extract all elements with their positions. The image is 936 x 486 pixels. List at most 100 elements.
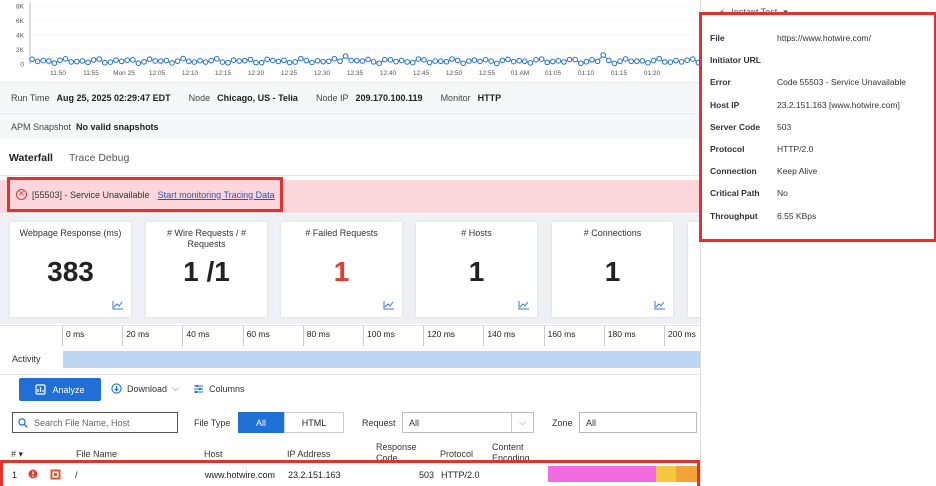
response-point[interactable] (354, 57, 360, 64)
response-point[interactable] (197, 57, 203, 64)
response-point[interactable] (449, 56, 455, 62)
response-point[interactable] (522, 58, 528, 65)
response-point[interactable] (499, 57, 506, 64)
response-point[interactable] (348, 57, 355, 64)
response-point[interactable] (510, 58, 517, 65)
response-point[interactable] (191, 59, 198, 65)
response-point[interactable] (387, 57, 394, 63)
analyze-button[interactable]: Analyze (19, 378, 101, 401)
response-point[interactable] (673, 57, 679, 64)
response-point[interactable] (135, 60, 142, 66)
card-webpage-response[interactable]: Webpage Response (ms) 383 (10, 222, 131, 317)
response-point[interactable] (281, 57, 287, 64)
response-point[interactable] (460, 60, 467, 67)
tab-waterfall[interactable]: Waterfall (9, 152, 53, 164)
card-connections[interactable]: # Connections 1 (552, 222, 673, 317)
response-point[interactable] (298, 55, 304, 62)
response-point[interactable] (566, 56, 573, 63)
response-point[interactable] (242, 57, 248, 64)
response-point[interactable] (264, 56, 271, 63)
response-point[interactable] (482, 56, 489, 63)
response-point[interactable] (124, 57, 130, 63)
response-point[interactable] (639, 58, 646, 64)
col-num[interactable]: # ▾ (11, 449, 23, 460)
response-point[interactable] (163, 57, 170, 64)
response-point[interactable] (398, 57, 405, 64)
response-point[interactable] (466, 58, 472, 64)
response-point[interactable] (96, 56, 102, 62)
response-point[interactable] (202, 59, 209, 65)
response-point[interactable] (68, 59, 74, 65)
response-point[interactable] (578, 60, 584, 66)
response-point[interactable] (225, 59, 231, 66)
response-point[interactable] (326, 58, 332, 65)
response-point[interactable] (471, 57, 478, 63)
file-type-all-button[interactable]: All (238, 412, 284, 433)
response-point[interactable] (617, 58, 623, 65)
response-point[interactable] (141, 59, 147, 65)
response-point[interactable] (247, 56, 254, 63)
response-point[interactable] (130, 57, 136, 63)
response-point[interactable] (320, 58, 327, 65)
response-point[interactable] (544, 59, 551, 66)
trend-chart-icon[interactable] (654, 300, 666, 310)
response-point[interactable] (275, 58, 282, 65)
col-file-name[interactable]: File Name (76, 449, 117, 459)
response-point[interactable] (505, 56, 511, 63)
response-point[interactable] (690, 56, 696, 62)
response-point[interactable] (438, 58, 444, 65)
col-host[interactable]: Host (204, 449, 223, 459)
trend-chart-icon[interactable] (518, 300, 530, 310)
file-type-html-button[interactable]: HTML (284, 412, 344, 433)
response-point[interactable] (292, 59, 299, 65)
response-point[interactable] (230, 57, 237, 63)
response-point[interactable] (488, 58, 495, 64)
response-point[interactable] (376, 60, 383, 66)
response-point[interactable] (169, 60, 175, 66)
start-monitoring-link[interactable]: Start monitoring Tracing Data (158, 190, 275, 200)
response-point[interactable] (359, 58, 366, 64)
response-point[interactable] (118, 58, 125, 65)
response-point[interactable] (611, 60, 618, 67)
response-point[interactable] (331, 55, 338, 62)
response-point[interactable] (337, 58, 343, 65)
response-point[interactable] (370, 59, 377, 65)
response-point[interactable] (382, 56, 388, 63)
response-point[interactable] (572, 56, 579, 63)
response-point[interactable] (477, 58, 483, 65)
response-point[interactable] (314, 57, 321, 64)
response-point[interactable] (219, 59, 226, 65)
response-point[interactable] (79, 58, 86, 64)
response-point[interactable] (180, 55, 186, 62)
response-point[interactable] (443, 58, 450, 65)
response-point[interactable] (516, 57, 523, 64)
response-point[interactable] (662, 59, 668, 65)
response-point[interactable] (561, 59, 567, 65)
response-point[interactable] (410, 59, 416, 66)
response-point[interactable] (186, 58, 192, 65)
response-point[interactable] (656, 55, 663, 62)
response-point[interactable] (600, 52, 607, 58)
response-point[interactable] (550, 58, 556, 65)
response-point[interactable] (253, 59, 259, 66)
response-point[interactable] (342, 53, 349, 59)
response-point[interactable] (208, 57, 214, 64)
response-point[interactable] (606, 57, 612, 64)
response-time-chart[interactable]: 8K 6K 4K 2K 0 11:50 11:55 Mon 25 12:05 12:10 12:15… (0, 0, 700, 82)
response-point[interactable] (51, 60, 58, 66)
response-point[interactable] (454, 57, 461, 64)
response-point[interactable] (527, 60, 534, 66)
response-point[interactable] (415, 56, 422, 62)
response-point[interactable] (684, 57, 691, 64)
response-point[interactable] (538, 56, 545, 62)
response-point[interactable] (90, 57, 97, 63)
response-point[interactable] (29, 56, 35, 63)
trend-chart-icon[interactable] (383, 300, 395, 310)
response-point[interactable] (494, 60, 500, 67)
response-point[interactable] (40, 57, 47, 64)
response-point[interactable] (622, 56, 629, 62)
response-point[interactable] (365, 56, 371, 63)
response-point[interactable] (270, 57, 276, 64)
col-ip-address[interactable]: IP Address (287, 449, 330, 459)
response-point[interactable] (152, 58, 158, 64)
